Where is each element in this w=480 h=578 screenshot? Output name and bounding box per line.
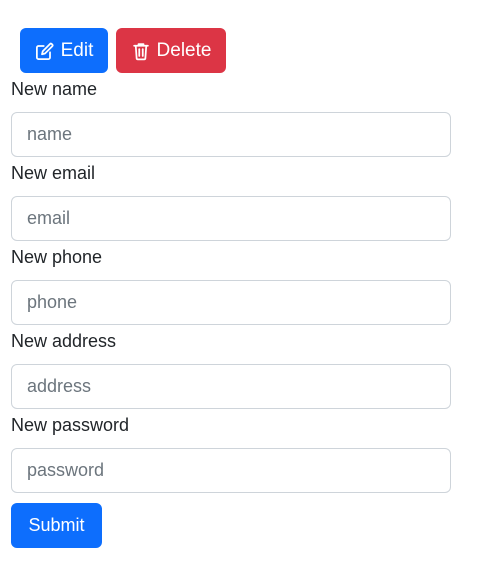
phone-label: New phone xyxy=(11,247,103,267)
email-label: New email xyxy=(11,163,96,183)
phone-input[interactable] xyxy=(11,280,451,325)
email-input[interactable] xyxy=(11,196,451,241)
name-label: New name xyxy=(11,79,98,99)
address-input[interactable] xyxy=(11,364,451,409)
pencil-square-icon xyxy=(35,41,55,61)
trash-icon xyxy=(131,41,151,61)
delete-button[interactable]: Delete xyxy=(116,28,226,73)
password-input[interactable] xyxy=(11,448,451,493)
password-label: New password xyxy=(11,415,130,435)
name-input[interactable] xyxy=(11,112,451,157)
update-user-form: New name New email New phone New address… xyxy=(11,77,451,548)
edit-button[interactable]: Edit xyxy=(20,28,108,73)
delete-button-label: Delete xyxy=(156,39,212,61)
edit-button-label: Edit xyxy=(60,39,94,61)
action-buttons: Edit Delete xyxy=(20,28,226,73)
address-label: New address xyxy=(11,331,117,351)
submit-button[interactable]: Submit xyxy=(11,503,102,548)
